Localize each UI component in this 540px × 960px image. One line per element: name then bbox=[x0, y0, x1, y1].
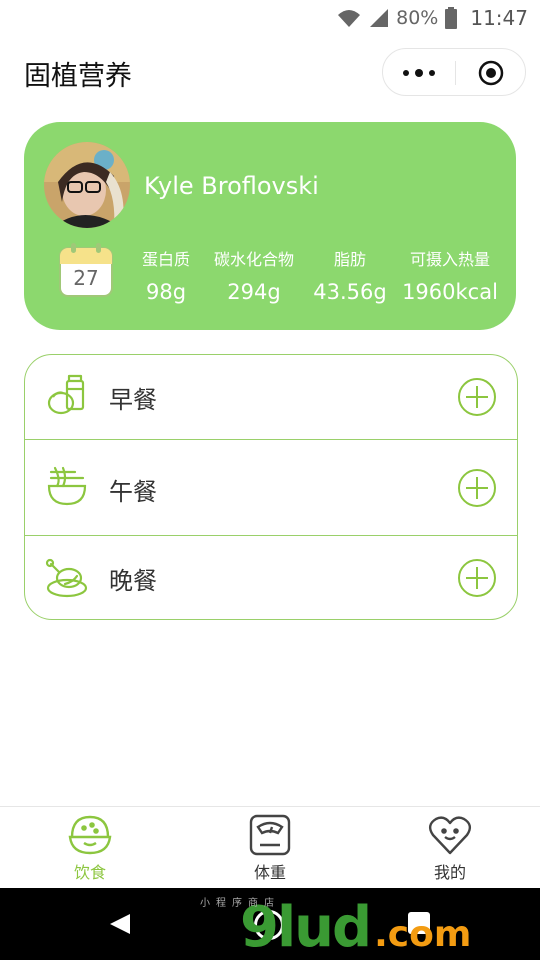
heart-face-icon bbox=[428, 816, 472, 855]
tab-label: 我的 bbox=[433, 863, 466, 882]
meal-label: 晚餐 bbox=[109, 567, 157, 595]
wifi-icon bbox=[338, 10, 361, 27]
back-icon[interactable] bbox=[108, 912, 132, 936]
stat-value: 294g bbox=[227, 280, 281, 304]
stat-calories: 可摄入热量 1960kcal bbox=[394, 246, 506, 304]
clock: 11:47 bbox=[470, 6, 528, 30]
roast-chicken-icon bbox=[45, 558, 88, 598]
stat-label: 可摄入热量 bbox=[409, 250, 490, 269]
meal-label: 早餐 bbox=[109, 386, 157, 414]
title-bar: 固植营养 bbox=[0, 36, 540, 108]
add-icon[interactable] bbox=[457, 558, 497, 598]
status-icons: 80% 11:47 bbox=[336, 6, 528, 30]
scale-icon bbox=[249, 814, 291, 856]
nutrition-stats: 蛋白质 98g 碳水化合物 294g 脂肪 43.56g 可摄入热量 1960k… bbox=[128, 246, 508, 306]
dot-icon bbox=[403, 70, 409, 76]
watermark-subtext: 小程序商店 bbox=[200, 898, 280, 909]
tab-mine[interactable]: 我的 bbox=[360, 807, 540, 889]
add-icon[interactable] bbox=[457, 377, 497, 417]
stat-value: 1960kcal bbox=[402, 280, 498, 304]
stat-label: 脂肪 bbox=[333, 250, 366, 269]
system-nav-bar: 9lud .com 小程序商店 bbox=[0, 888, 540, 960]
battery-icon bbox=[445, 7, 458, 29]
meal-label: 午餐 bbox=[109, 478, 157, 506]
avatar[interactable] bbox=[44, 142, 130, 228]
stat-protein: 蛋白质 98g bbox=[128, 246, 204, 304]
stat-fat: 脂肪 43.56g bbox=[308, 246, 392, 304]
stat-value: 43.56g bbox=[313, 280, 387, 304]
tab-diet[interactable]: 饮食 bbox=[0, 807, 180, 889]
signal-icon bbox=[370, 9, 389, 27]
stat-label: 蛋白质 bbox=[141, 250, 190, 269]
tab-label: 饮食 bbox=[73, 863, 106, 882]
tab-label: 体重 bbox=[253, 863, 286, 882]
battery-percent: 80% bbox=[396, 7, 439, 29]
meal-row-lunch[interactable]: 午餐 bbox=[25, 439, 517, 535]
page-title: 固植营养 bbox=[24, 61, 132, 92]
user-name: Kyle Broflovski bbox=[144, 172, 319, 200]
tab-weight[interactable]: 体重 bbox=[180, 807, 360, 889]
stat-value: 98g bbox=[145, 280, 187, 304]
profile-card: Kyle Broflovski 27 蛋白质 98g 碳水化合物 294g 脂肪… bbox=[24, 122, 516, 330]
more-button[interactable] bbox=[383, 49, 455, 97]
milk-bread-icon bbox=[47, 374, 85, 415]
dot-icon bbox=[415, 69, 423, 77]
dot-icon bbox=[429, 70, 435, 76]
calendar-day: 27 bbox=[73, 266, 99, 290]
noodle-bowl-icon bbox=[47, 466, 87, 506]
diet-bowl-icon bbox=[68, 815, 112, 855]
close-button[interactable] bbox=[455, 49, 527, 97]
stat-label: 碳水化合物 bbox=[213, 250, 294, 269]
meal-list: 早餐 午餐 晚餐 bbox=[24, 354, 518, 620]
status-bar: 80% 11:47 bbox=[0, 0, 540, 36]
target-close-icon bbox=[478, 60, 504, 86]
calendar-icon: 27 bbox=[58, 242, 114, 298]
mini-program-capsule bbox=[382, 48, 526, 96]
add-icon[interactable] bbox=[457, 468, 497, 508]
avatar-image bbox=[44, 142, 130, 228]
watermark-tail: .com bbox=[374, 913, 472, 955]
stat-carbs: 碳水化合物 294g bbox=[204, 246, 304, 304]
meal-row-dinner[interactable]: 晚餐 bbox=[25, 535, 517, 619]
meal-row-breakfast[interactable]: 早餐 bbox=[25, 355, 517, 441]
tab-bar: 饮食 体重 我的 bbox=[0, 806, 540, 888]
